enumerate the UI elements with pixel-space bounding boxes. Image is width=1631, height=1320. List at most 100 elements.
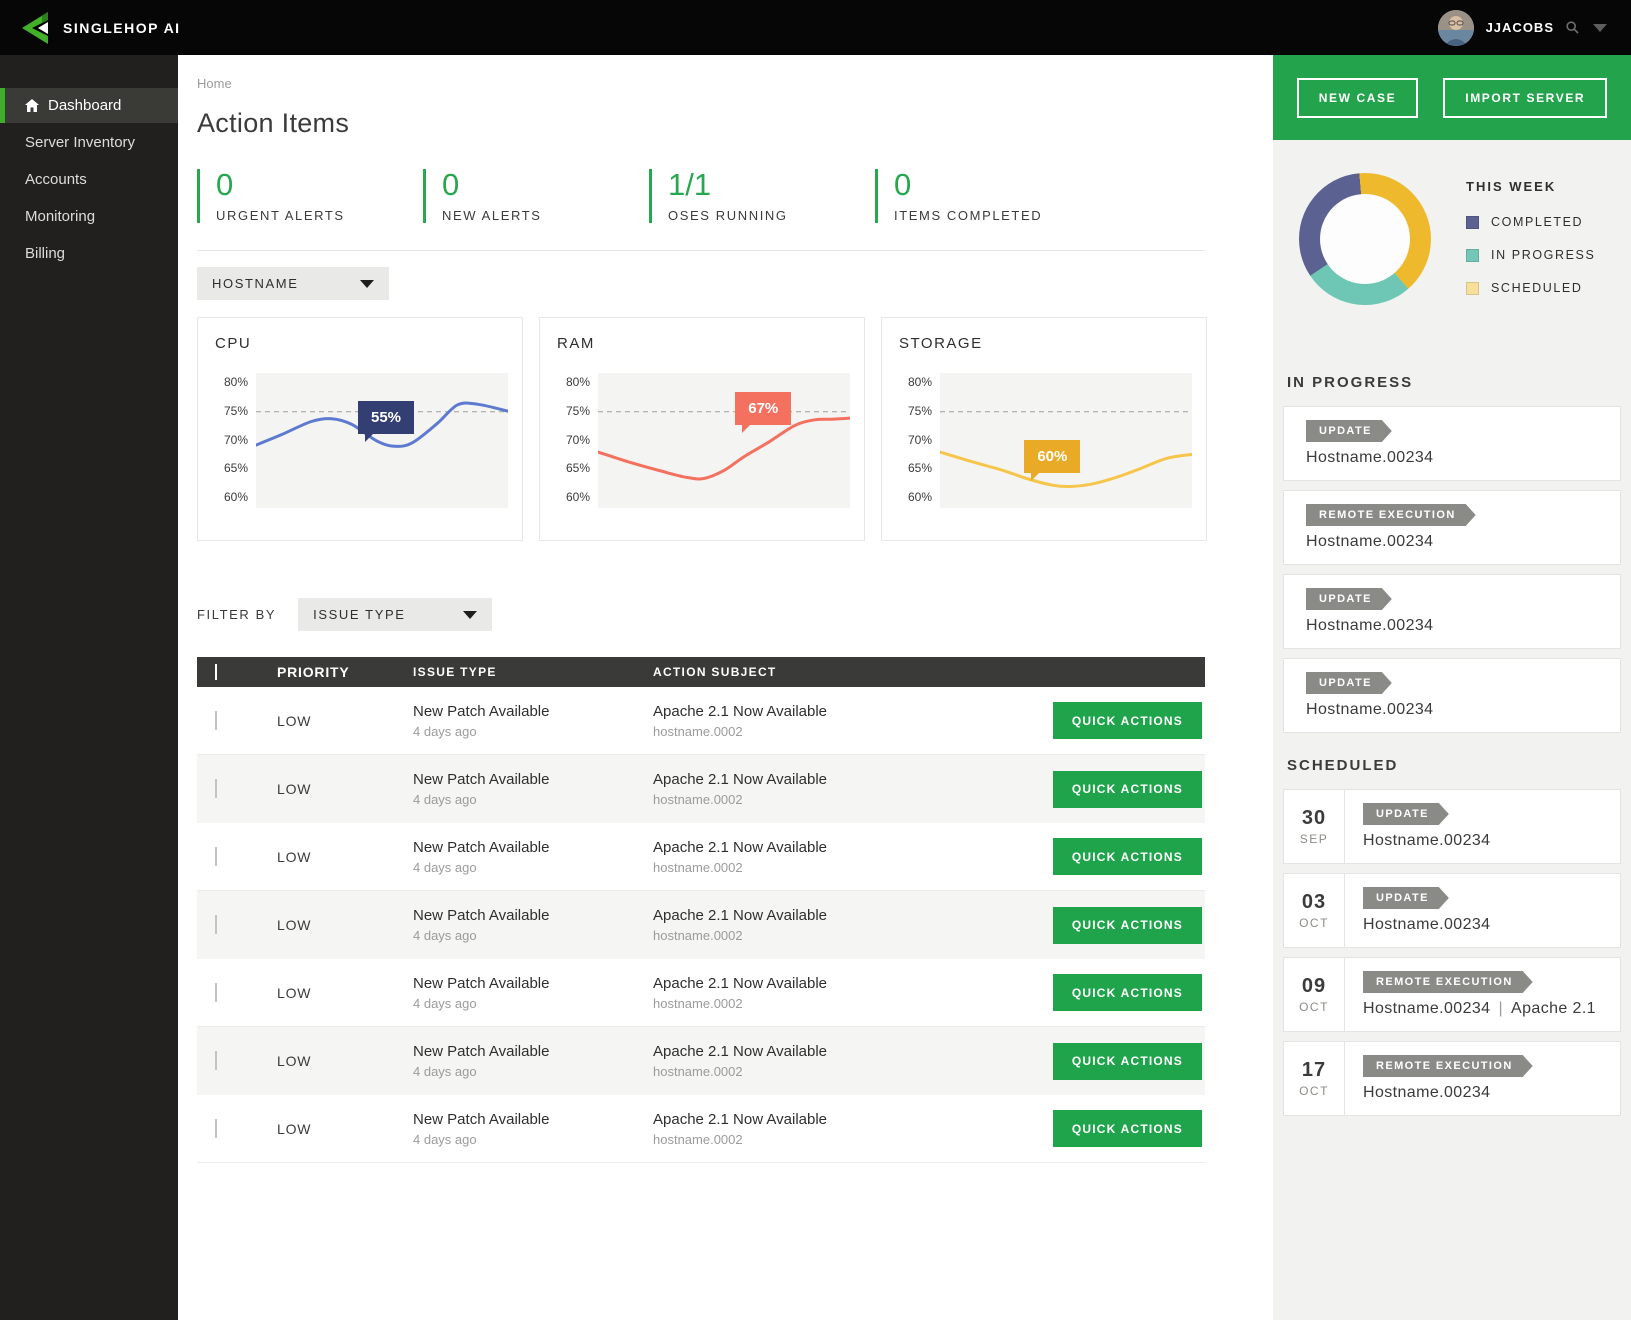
sidebar-item-accounts[interactable]: Accounts: [0, 162, 178, 197]
row-checkbox[interactable]: [215, 983, 217, 1002]
chart-plot: 60%: [940, 373, 1192, 508]
page-title: Action Items: [197, 108, 1273, 139]
singlehop-logo-icon: [20, 12, 50, 44]
scheduled-month: OCT: [1299, 916, 1329, 930]
task-extra: Apache 2.1: [1511, 1000, 1596, 1017]
quick-actions-button[interactable]: QUICK ACTIONS: [1053, 702, 1202, 739]
row-issue-type: New Patch Available: [413, 839, 632, 856]
row-issue-age: 4 days ago: [413, 928, 632, 943]
scheduled-date: 03 OCT: [1284, 874, 1345, 947]
quick-actions-button[interactable]: QUICK ACTIONS: [1053, 1043, 1202, 1080]
task-type-tag: UPDATE: [1306, 420, 1392, 442]
task-hostname: Hostname.00234: [1363, 1084, 1533, 1102]
scheduled-date: 09 OCT: [1284, 958, 1345, 1031]
stat-value: 0: [216, 169, 423, 200]
row-priority: LOW: [277, 781, 311, 797]
main-content: Home Action Items 0 URGENT ALERTS 0 NEW …: [178, 55, 1273, 1320]
task-type-tag: REMOTE EXECUTION: [1363, 1055, 1533, 1077]
scheduled-card[interactable]: 17 OCT REMOTE EXECUTION Hostname.00234: [1283, 1041, 1621, 1116]
table-row[interactable]: LOW New Patch Available 4 days ago Apach…: [197, 1095, 1205, 1163]
scheduled-day: 30: [1302, 807, 1326, 830]
import-server-button[interactable]: IMPORT SERVER: [1443, 78, 1607, 118]
row-subject: Apache 2.1 Now Available: [653, 1043, 1027, 1060]
task-hostname: Hostname.00234: [1363, 832, 1490, 850]
topbar: SINGLEHOP AI JJACOBS: [0, 0, 1631, 55]
row-subject-host: hostname.0002: [653, 928, 1027, 943]
table-row[interactable]: LOW New Patch Available 4 days ago Apach…: [197, 823, 1205, 891]
table-row[interactable]: LOW New Patch Available 4 days ago Apach…: [197, 891, 1205, 959]
sidebar-item-billing[interactable]: Billing: [0, 236, 178, 271]
quick-actions-button[interactable]: QUICK ACTIONS: [1053, 1110, 1202, 1147]
quick-actions-button[interactable]: QUICK ACTIONS: [1053, 907, 1202, 944]
row-subject: Apache 2.1 Now Available: [653, 1111, 1027, 1128]
row-checkbox[interactable]: [215, 779, 217, 798]
sidebar-item-label: Server Inventory: [25, 134, 135, 151]
table-header-row: PRIORITY ISSUE TYPE ACTION SUBJECT: [197, 657, 1205, 687]
row-checkbox[interactable]: [215, 1051, 217, 1070]
sidebar-item-server-inventory[interactable]: Server Inventory: [0, 125, 178, 160]
row-issue-type: New Patch Available: [413, 975, 632, 992]
right-panel-header: NEW CASE IMPORT SERVER: [1273, 55, 1631, 140]
select-all-checkbox[interactable]: [215, 664, 217, 680]
charts-row: CPU 80%75%70%65%60% 55% RAM 80%75%70%65%…: [197, 317, 1207, 541]
user-menu[interactable]: JJACOBS: [1438, 10, 1607, 46]
avatar[interactable]: [1438, 10, 1474, 46]
chart-tooltip: 60%: [1024, 440, 1080, 473]
scheduled-card[interactable]: 30 SEP UPDATE Hostname.00234: [1283, 789, 1621, 864]
issue-type-dropdown[interactable]: ISSUE TYPE: [298, 598, 492, 631]
scheduled-month: OCT: [1299, 1000, 1329, 1014]
in-progress-card[interactable]: UPDATE Hostname.00234: [1283, 658, 1621, 733]
quick-actions-button[interactable]: QUICK ACTIONS: [1053, 974, 1202, 1011]
row-subject-host: hostname.0002: [653, 860, 1027, 875]
row-priority: LOW: [277, 985, 311, 1001]
table-row[interactable]: LOW New Patch Available 4 days ago Apach…: [197, 1027, 1205, 1095]
scheduled-date: 17 OCT: [1284, 1042, 1345, 1115]
row-checkbox[interactable]: [215, 847, 217, 866]
search-icon[interactable]: [1566, 21, 1579, 34]
scheduled-month: SEP: [1300, 832, 1329, 846]
chart-plot: 67%: [598, 373, 850, 508]
chart-tooltip: 55%: [358, 401, 414, 434]
row-checkbox[interactable]: [215, 915, 217, 934]
sidebar-item-monitoring[interactable]: Monitoring: [0, 199, 178, 234]
in-progress-card[interactable]: UPDATE Hostname.00234: [1283, 406, 1621, 481]
scheduled-card[interactable]: 03 OCT UPDATE Hostname.00234: [1283, 873, 1621, 948]
task-type-tag: REMOTE EXECUTION: [1306, 504, 1476, 526]
table-row[interactable]: LOW New Patch Available 4 days ago Apach…: [197, 755, 1205, 823]
this-week-donut-chart: [1299, 173, 1431, 305]
in-progress-card[interactable]: REMOTE EXECUTION Hostname.00234: [1283, 490, 1621, 565]
row-issue-age: 4 days ago: [413, 724, 632, 739]
breadcrumb[interactable]: Home: [197, 76, 1273, 91]
hostname-dropdown[interactable]: HOSTNAME: [197, 267, 389, 300]
row-checkbox[interactable]: [215, 711, 217, 730]
row-issue-type: New Patch Available: [413, 771, 632, 788]
sidebar-item-dashboard[interactable]: Dashboard: [0, 88, 178, 123]
sidebar-item-label: Monitoring: [25, 208, 95, 225]
quick-actions-button[interactable]: QUICK ACTIONS: [1053, 838, 1202, 875]
brand-name: SINGLEHOP AI: [63, 20, 181, 36]
task-type-tag: REMOTE EXECUTION: [1363, 971, 1533, 993]
row-subject-host: hostname.0002: [653, 724, 1027, 739]
stat-card: 0 NEW ALERTS: [423, 169, 649, 223]
task-type-tag: UPDATE: [1306, 588, 1392, 610]
stat-label: OSES RUNNING: [668, 208, 875, 223]
legend-item: COMPLETED: [1466, 215, 1595, 229]
scheduled-card[interactable]: 09 OCT REMOTE EXECUTION Hostname.00234|A…: [1283, 957, 1621, 1032]
chart-tooltip-value: 67%: [748, 400, 778, 417]
scheduled-list: 30 SEP UPDATE Hostname.00234 03 OCT UPDA…: [1273, 789, 1631, 1116]
task-hostname: Hostname.00234: [1306, 449, 1620, 467]
table-row[interactable]: LOW New Patch Available 4 days ago Apach…: [197, 687, 1205, 755]
in-progress-card[interactable]: UPDATE Hostname.00234: [1283, 574, 1621, 649]
row-priority: LOW: [277, 1053, 311, 1069]
row-subject: Apache 2.1 Now Available: [653, 907, 1027, 924]
in-progress-list: UPDATE Hostname.00234 REMOTE EXECUTION H…: [1273, 406, 1631, 733]
row-checkbox[interactable]: [215, 1119, 217, 1138]
scheduled-day: 09: [1302, 975, 1326, 998]
chevron-down-icon[interactable]: [1593, 24, 1607, 32]
stat-value: 1/1: [668, 169, 875, 200]
quick-actions-button[interactable]: QUICK ACTIONS: [1053, 771, 1202, 808]
table-row[interactable]: LOW New Patch Available 4 days ago Apach…: [197, 959, 1205, 1027]
sidebar: Dashboard Server Inventory Accounts Moni…: [0, 55, 178, 1320]
sidebar-item-label: Billing: [25, 245, 65, 262]
new-case-button[interactable]: NEW CASE: [1297, 78, 1418, 118]
